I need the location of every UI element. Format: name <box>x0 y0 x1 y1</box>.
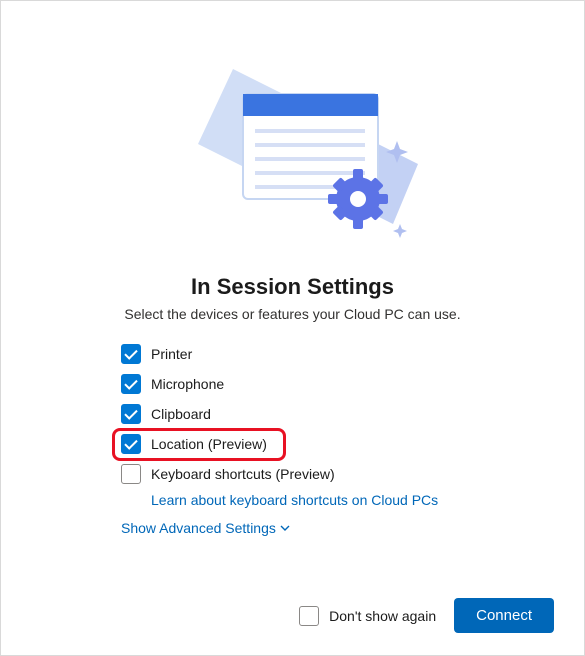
option-label: Microphone <box>151 376 224 392</box>
option-label: Clipboard <box>151 406 211 422</box>
option-label: Printer <box>151 346 192 362</box>
connect-button[interactable]: Connect <box>454 598 554 633</box>
checkbox-dont-show-again[interactable] <box>299 606 319 626</box>
dialog-title: In Session Settings <box>31 274 554 300</box>
option-printer[interactable]: Printer <box>121 344 554 364</box>
checkbox-location[interactable] <box>121 434 141 454</box>
dialog: In Session Settings Select the devices o… <box>0 0 585 656</box>
option-label: Keyboard shortcuts (Preview) <box>151 466 335 482</box>
link-advanced-settings[interactable]: Show Advanced Settings <box>121 520 276 536</box>
option-label: Don't show again <box>329 608 436 624</box>
dialog-subtitle: Select the devices or features your Clou… <box>31 306 554 322</box>
link-keyboard-shortcuts-learn[interactable]: Learn about keyboard shortcuts on Cloud … <box>151 492 438 508</box>
dialog-footer: Don't show again Connect <box>299 598 554 633</box>
chevron-down-icon <box>280 523 290 533</box>
option-dont-show-again[interactable]: Don't show again <box>299 606 436 626</box>
checkbox-clipboard[interactable] <box>121 404 141 424</box>
options-list: Printer Microphone Clipboard Location (P… <box>121 344 554 510</box>
checkbox-keyboard-shortcuts[interactable] <box>121 464 141 484</box>
illustration <box>31 31 554 266</box>
option-keyboard-shortcuts[interactable]: Keyboard shortcuts (Preview) <box>121 464 554 484</box>
option-clipboard[interactable]: Clipboard <box>121 404 554 424</box>
option-microphone[interactable]: Microphone <box>121 374 554 394</box>
option-location[interactable]: Location (Preview) <box>121 434 554 454</box>
checkbox-printer[interactable] <box>121 344 141 364</box>
checkbox-microphone[interactable] <box>121 374 141 394</box>
option-label: Location (Preview) <box>151 436 267 452</box>
